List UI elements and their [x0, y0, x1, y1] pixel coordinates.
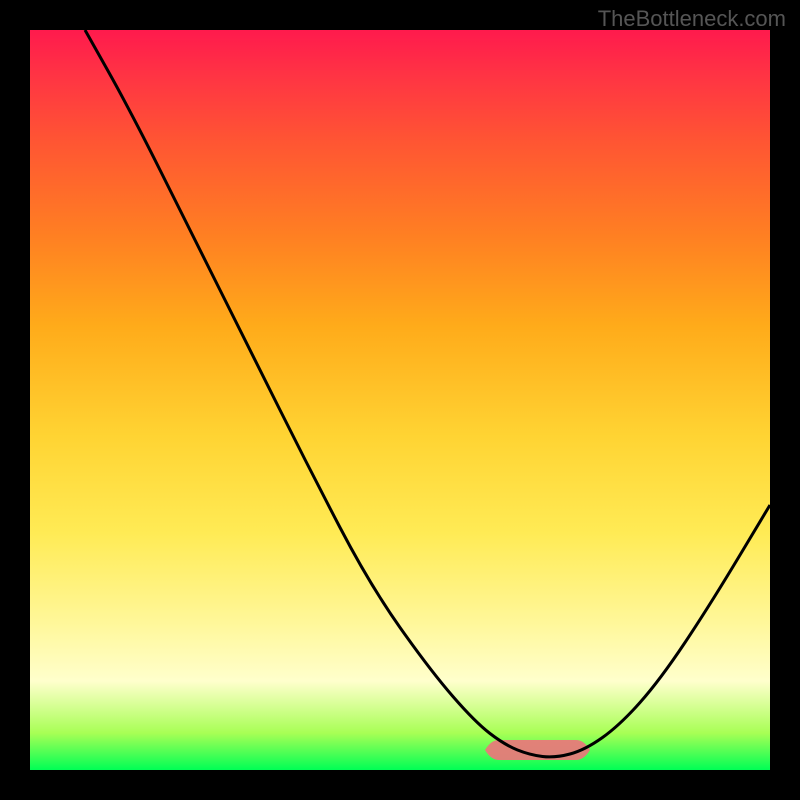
- chart-svg: [30, 30, 770, 770]
- chart-plot-area: [30, 30, 770, 770]
- bottleneck-curve: [85, 30, 770, 757]
- watermark-text: TheBottleneck.com: [598, 6, 786, 32]
